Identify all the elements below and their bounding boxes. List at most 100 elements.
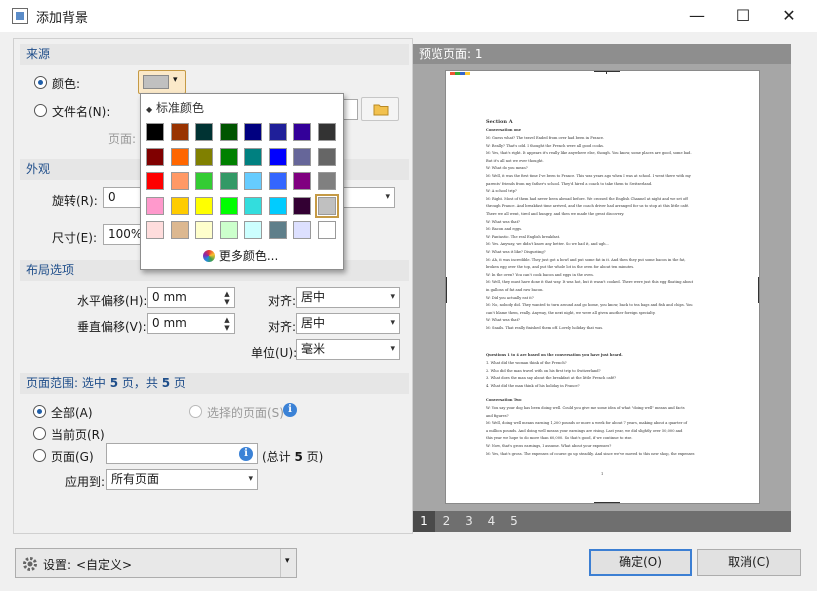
- doc-line: can't blame them, really. Anyway, the ne…: [486, 310, 656, 315]
- color-swatch[interactable]: [244, 172, 262, 190]
- page-tab[interactable]: 5: [503, 511, 525, 532]
- chevron-down-icon: ▾: [390, 344, 395, 354]
- color-swatch[interactable]: [268, 221, 287, 239]
- color-swatch[interactable]: [219, 196, 238, 215]
- color-swatch[interactable]: [268, 172, 287, 190]
- chevron-down-icon: ▾: [385, 192, 390, 202]
- color-swatch[interactable]: [317, 221, 336, 239]
- color-swatch[interactable]: [146, 221, 164, 239]
- doc-line: M: Snails. That really finished them off…: [486, 326, 604, 330]
- color-swatch[interactable]: [244, 147, 262, 166]
- all-pages-radio[interactable]: [33, 405, 46, 418]
- spin-arrows-icon[interactable]: ▲ ▼: [220, 288, 234, 307]
- spin-arrows-icon[interactable]: ▲ ▼: [220, 314, 234, 333]
- doc-line: W: What was that?: [486, 318, 520, 323]
- unit-select[interactable]: 毫米 ▾: [296, 339, 400, 360]
- h-align-select[interactable]: 居中 ▾: [296, 287, 400, 308]
- doc-line: W: Did you actually eat it?: [486, 295, 534, 300]
- color-label: 颜色:: [52, 77, 81, 91]
- file-path-input[interactable]: [342, 99, 358, 120]
- color-swatch[interactable]: [195, 123, 213, 141]
- color-swatch[interactable]: [244, 196, 262, 215]
- size-value: 100%: [108, 227, 143, 241]
- doc-line: a million pounds. And doing well means y…: [486, 428, 683, 433]
- doc-line: W: You say your dog has been doing well.…: [486, 406, 685, 410]
- color-swatch[interactable]: [244, 123, 262, 141]
- color-swatch[interactable]: [170, 196, 189, 215]
- color-swatch[interactable]: [293, 172, 311, 190]
- color-swatch[interactable]: [219, 172, 238, 190]
- color-swatch[interactable]: [268, 123, 287, 141]
- color-swatch[interactable]: [146, 147, 164, 166]
- right-margin-mark: [758, 277, 759, 303]
- color-picker-button[interactable]: ▾: [138, 70, 186, 94]
- doc-line: M: Well, they must have done it that way…: [486, 280, 694, 285]
- selected-pages-radio[interactable]: [189, 405, 202, 418]
- close-button[interactable]: ✕: [766, 0, 812, 30]
- color-swatch[interactable]: [195, 172, 213, 190]
- page-tab[interactable]: 4: [481, 511, 503, 532]
- doc-line: this year we hope to do more than 60,000…: [486, 436, 633, 441]
- preview-page: Section A Conversation one M: Guess what…: [445, 70, 760, 504]
- v-align-select[interactable]: 居中 ▾: [296, 313, 400, 334]
- v-align-value: 居中: [301, 316, 326, 330]
- color-swatch[interactable]: [195, 147, 213, 166]
- color-swatch[interactable]: [170, 123, 189, 141]
- range-header-prefix: 页面范围: 选中: [26, 376, 110, 390]
- chevron-down-icon: ▾: [285, 556, 290, 566]
- color-swatch[interactable]: [219, 221, 238, 239]
- range-header-middle: 页，共: [118, 376, 162, 390]
- color-swatch[interactable]: [293, 123, 311, 141]
- color-swatch[interactable]: [195, 196, 213, 215]
- color-swatch[interactable]: [317, 123, 336, 141]
- color-swatch[interactable]: [146, 196, 164, 215]
- maximize-button[interactable]: ☐: [720, 0, 766, 30]
- info-icon[interactable]: i: [239, 447, 253, 461]
- color-swatch[interactable]: [170, 147, 189, 166]
- color-popup: ◆ 标准颜色 更多颜色...: [140, 93, 344, 270]
- page-tab[interactable]: 3: [458, 511, 480, 532]
- file-radio[interactable]: [34, 104, 47, 117]
- h-offset-value: 0 mm: [152, 290, 187, 304]
- doc-line: M: Yes, that's gross. The expenses of co…: [486, 451, 695, 456]
- doc-line: 1. What did the woman think of the Frenc…: [486, 361, 567, 365]
- color-swatch[interactable]: [268, 147, 287, 166]
- h-offset-input[interactable]: 0 mm ▲ ▼: [147, 287, 235, 308]
- color-swatch[interactable]: [293, 221, 311, 239]
- h-align-label: 对齐:: [268, 294, 297, 308]
- color-swatch[interactable]: [146, 172, 164, 190]
- total-suffix: 页): [302, 450, 324, 464]
- color-swatch[interactable]: [219, 147, 238, 166]
- pages-input[interactable]: [106, 443, 258, 464]
- more-colors-link[interactable]: 更多颜色...: [203, 247, 278, 264]
- browse-button[interactable]: [361, 97, 399, 121]
- v-offset-input[interactable]: 0 mm ▲ ▼: [147, 313, 235, 334]
- color-swatch[interactable]: [317, 172, 336, 190]
- doc-title: Section A: [486, 119, 513, 125]
- ok-button[interactable]: 确定(O): [589, 549, 692, 576]
- apply-to-select[interactable]: 所有页面 ▾: [106, 469, 258, 490]
- pages-radio[interactable]: [33, 449, 46, 462]
- doc-line: through France. And breakfast time arriv…: [486, 204, 690, 209]
- color-swatch[interactable]: [317, 147, 336, 166]
- color-radio[interactable]: [34, 76, 47, 89]
- page-tab[interactable]: 1: [413, 511, 435, 532]
- color-swatch[interactable]: [268, 196, 287, 215]
- color-swatch[interactable]: [170, 221, 189, 239]
- color-swatch[interactable]: [170, 172, 189, 190]
- cancel-button[interactable]: 取消(C): [697, 549, 801, 576]
- color-swatch[interactable]: [293, 196, 311, 215]
- info-icon[interactable]: i: [283, 403, 297, 417]
- color-swatch[interactable]: [293, 147, 311, 166]
- color-swatch[interactable]: [195, 221, 213, 239]
- color-swatch[interactable]: [146, 123, 164, 141]
- page-tab[interactable]: 2: [436, 511, 458, 532]
- doc-line: M: Guess what? The travel Ended from ove…: [486, 136, 605, 140]
- minimize-button[interactable]: —: [674, 0, 720, 30]
- bottom-margin-mark: [594, 502, 620, 503]
- settings-select[interactable]: 设置: <自定义> ▾: [15, 548, 297, 578]
- color-swatch[interactable]: [244, 221, 262, 239]
- current-page-radio[interactable]: [33, 427, 46, 440]
- color-swatch[interactable]: [314, 193, 339, 218]
- color-swatch[interactable]: [219, 123, 238, 141]
